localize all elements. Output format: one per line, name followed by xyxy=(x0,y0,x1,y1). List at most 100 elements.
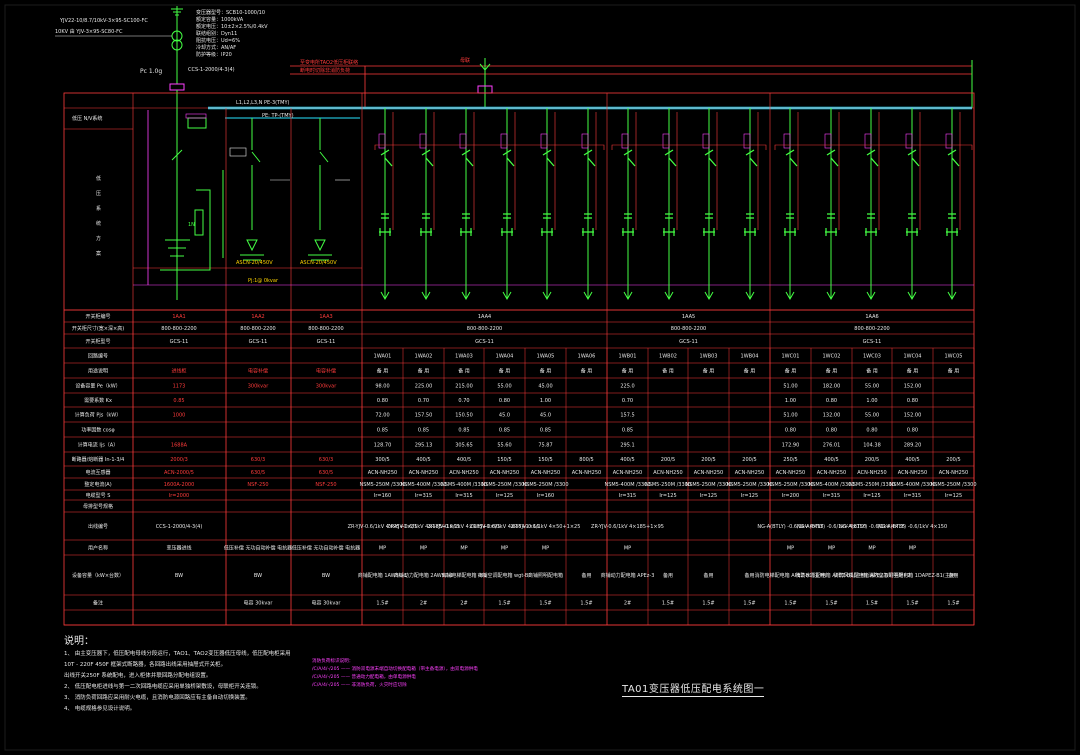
circuit-cell: 备 用 xyxy=(703,367,715,374)
circuit-cell: Ir=315 xyxy=(455,493,472,499)
legend-line: /C/A/4/-/205 —— 普通动力配电箱，由单电源供电 xyxy=(312,675,416,680)
circuit-cell: 0.85 xyxy=(499,427,510,433)
circuit-cell: NSM5-400M /3300 xyxy=(808,482,854,488)
circuit-cell: MP xyxy=(420,545,427,551)
panel-model: GCS-11 xyxy=(475,339,494,345)
circuit-cell: 0.80 xyxy=(826,427,837,433)
circuit-cell: 1WA04 xyxy=(496,353,514,359)
circuit-cell: 152.00 xyxy=(904,412,922,418)
table-row-label: 开关柜尺寸(宽×深×高) xyxy=(72,325,124,332)
table-row-label: 开关柜型号 xyxy=(85,338,110,345)
circuit-cell: 305.65 xyxy=(455,442,473,448)
circuit-cell: 289.20 xyxy=(904,442,922,448)
circuit-cell: NSM5-400M /3300 xyxy=(400,482,446,488)
circuit-cell: 200/5 xyxy=(865,457,879,463)
circuit-cell: Ir=125 xyxy=(659,493,676,499)
circuit-cell: 2# xyxy=(460,600,467,606)
circuit-cell: ACN-NH250 xyxy=(898,470,927,476)
circuit-cell: 1.5# xyxy=(906,600,918,606)
left-panel-cell: NSF-250 xyxy=(315,482,336,488)
circuit-cell: 备 用 xyxy=(866,367,878,374)
circuit-cell: 1WC01 xyxy=(782,353,800,359)
spec-line: 联结组别：Dyn11 xyxy=(196,30,237,37)
circuit-cell: 备 用 xyxy=(540,367,552,374)
left-panel-cell: 1AA2 xyxy=(251,314,264,320)
circuit-cell: 51.00 xyxy=(783,412,797,418)
circuit-cell: 55.60 xyxy=(497,442,511,448)
left-panel-cell: 0.85 xyxy=(173,398,184,404)
circuit-cell: 1WB02 xyxy=(659,353,677,359)
circuit-cell: ACN-NH250 xyxy=(694,470,723,476)
left-panel-cell: 300kvar xyxy=(248,383,269,389)
circuit-cell: 200/5 xyxy=(661,457,675,463)
left-panel-cell: 1688A xyxy=(171,442,188,448)
circuit-cell: 备用 xyxy=(703,572,713,579)
table-row-label: 计算负荷 Pjs（kW） xyxy=(75,411,121,418)
left-panel-cell: 1000 xyxy=(173,412,186,418)
circuit-cell: 400/5 xyxy=(457,457,471,463)
circuit-cell: ACN-NH250 xyxy=(939,470,968,476)
circuit-cell: 157.5 xyxy=(620,412,634,418)
circuit-cell: 0.85 xyxy=(418,427,429,433)
circuit-cell: 0.85 xyxy=(377,427,388,433)
pf-label: Pj:1@ 0kvar xyxy=(248,278,279,284)
left-panel-cell: 630/5 xyxy=(251,470,265,476)
circuit-cell: 1WA03 xyxy=(455,353,473,359)
circuit-cell: MP xyxy=(909,545,916,551)
red-note-2: 断电时切除非消防负荷 xyxy=(300,67,350,74)
circuit-cell: 1.00 xyxy=(866,398,877,404)
notes-line: 3、 消防负荷回路应采用耐火电缆，且消防电源回路应有主备自动切换装置。 xyxy=(64,695,251,701)
circuit-cell: NSM5-250M /3300 xyxy=(685,482,731,488)
circuit-cell: 72.00 xyxy=(375,412,389,418)
incoming-label-2: 10KV 由 YJV-3×95-SC80-FC xyxy=(55,28,123,35)
circuit-cell: 1.5# xyxy=(498,600,510,606)
left-panel-cell: GCS-11 xyxy=(170,339,189,345)
circuit-cell: 0.85 xyxy=(540,427,551,433)
circuit-cell: NSM5-250M /3300 xyxy=(726,482,772,488)
circuit-cell: ZR-YJV-0.6/1kV 4×185+1×95 xyxy=(591,524,664,530)
circuit-cell: 250/5 xyxy=(783,457,797,463)
table-row-label: 备注 xyxy=(93,599,103,606)
circuit-cell: NG-A(BTLY) -0.6/1kV 4×150 xyxy=(878,524,947,530)
spec-line: 防护等级：IP20 xyxy=(196,51,232,58)
circuit-cell: 150/5 xyxy=(497,457,511,463)
circuit-cell: Ir=125 xyxy=(741,493,758,499)
circuit-cell: 172.90 xyxy=(782,442,800,448)
panel-id: 1AA4 xyxy=(478,314,491,320)
circuit-cell: 1WA01 xyxy=(374,353,392,359)
circuit-cell: 1WC03 xyxy=(863,353,881,359)
circuit-cell: Ir=315 xyxy=(823,493,840,499)
table-row-label: 设备容量 Pe（kW） xyxy=(75,382,120,389)
left-panel-cell: 630/3 xyxy=(251,457,265,463)
left-panel-cell: 800-800-2200 xyxy=(240,326,275,332)
circuit-cell: 0.80 xyxy=(785,427,796,433)
circuit-cell: 400/5 xyxy=(905,457,919,463)
circuit-cell: 75.87 xyxy=(538,442,552,448)
circuit-cell: 备 用 xyxy=(622,367,634,374)
circuit-cell: ACN-NH250 xyxy=(817,470,846,476)
circuit-cell: 104.38 xyxy=(863,442,881,448)
red-note-1: 至变电所TAO2低压柜联络 xyxy=(300,59,358,66)
left-panel-cell: NSF-250 xyxy=(247,482,268,488)
notes-line: 4、 电缆规格参见设计说明。 xyxy=(64,706,136,712)
circuit-cell: 55.00 xyxy=(865,412,879,418)
circuit-cell: 2# xyxy=(624,600,631,606)
circuit-cell: 128.70 xyxy=(374,442,392,448)
circuit-cell: NSM5-400M /3300 xyxy=(604,482,650,488)
circuit-cell: 400/5 xyxy=(620,457,634,463)
circuit-cell: NSM5-250M /3300 xyxy=(849,482,895,488)
circuit-cell: 152.00 xyxy=(904,383,922,389)
incoming-label-1: YJV22-10/8.7/10kV-3×95-SC100-FC xyxy=(59,18,148,24)
notes-heading: 说明： xyxy=(64,636,94,647)
circuit-cell: 备用 xyxy=(581,572,591,579)
circuit-cell: 备 用 xyxy=(458,367,470,374)
table-row-label: 回路编号 xyxy=(88,352,108,359)
circuit-cell: 1.5# xyxy=(662,600,674,606)
circuit-cell: 2# xyxy=(420,600,427,606)
circuit-cell: 0.70 xyxy=(458,398,469,404)
circuit-cell: ACN-NH250 xyxy=(776,470,805,476)
circuit-cell: 0.80 xyxy=(499,398,510,404)
drawing-title: TA01变压器低压配电系统图一 xyxy=(622,680,765,697)
left-panel-cell: 电容补偿 xyxy=(316,367,336,374)
spec-line: 变压器型号：SCB10-1000/10 xyxy=(196,9,265,16)
